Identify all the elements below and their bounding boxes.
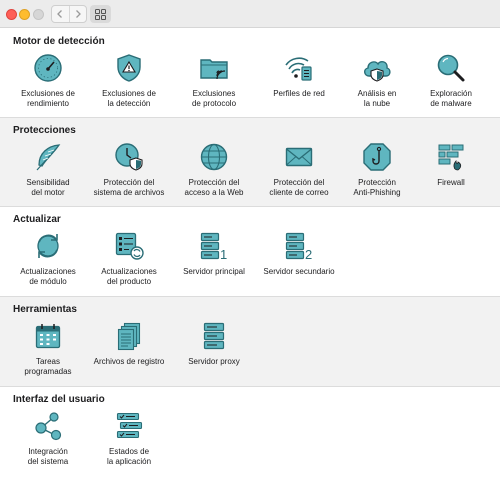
item-label: Protección del sistema de archivos [93,178,165,197]
server-number-badge: 1 [220,247,227,262]
item-label: Archivos de registro [93,357,165,366]
item-label: Servidor secundario [263,267,335,276]
calendar-icon [32,320,64,352]
item-label: Exclusiones de rendimiento [21,89,75,108]
refresh-icon [32,230,64,262]
item-label: Perfiles de red [273,89,325,98]
product-update-icon [113,230,145,262]
gauge-icon [32,52,64,84]
section-title: Protecciones [13,125,76,136]
item-secondary-server[interactable]: 2 Servidor secundario [256,230,342,277]
warning-shield-icon [113,52,145,84]
item-label: Protección del acceso a la Web [184,178,244,197]
navigation-buttons [51,5,87,23]
item-label: Tareas programadas [24,357,72,376]
cloud-shield-icon [361,52,393,84]
item-label: Protección del cliente de correo [269,178,329,197]
item-performance-exclusions[interactable]: Exclusiones de rendimiento [5,52,91,109]
item-detection-exclusions[interactable]: Exclusiones de la detección [86,52,172,109]
forward-button[interactable] [68,6,87,22]
app-states-icon [113,410,145,442]
firewall-icon [435,141,467,173]
item-proxy-server[interactable]: Servidor proxy [171,320,257,367]
close-window-button[interactable] [6,9,17,20]
item-label: Integración del sistema [27,447,69,466]
item-label: Exclusiones de la detección [102,89,156,108]
hook-icon [361,141,393,173]
show-all-button[interactable] [90,5,111,23]
item-label: Estados de la aplicación [106,447,152,466]
item-scheduled-tasks[interactable]: Tareas programadas [5,320,91,377]
item-label: Actualizaciones del producto [101,267,157,286]
item-file-system-protection[interactable]: Protección del sistema de archivos [86,141,172,198]
server-primary-icon: 1 [198,230,230,262]
chevron-left-icon [56,9,64,19]
proxy-server-icon [198,320,230,352]
section-title: Motor de detección [13,36,105,47]
feather-icon [32,141,64,173]
item-label: Protección Anti-Phishing [353,178,401,197]
item-primary-server[interactable]: 1 Servidor principal [171,230,257,277]
section-title: Interfaz del usuario [13,394,105,405]
server-secondary-icon: 2 [283,230,315,262]
folder-signal-icon [198,52,230,84]
item-label: Servidor proxy [188,357,240,366]
network-nodes-icon [32,410,64,442]
log-files-icon [113,320,145,352]
item-engine-sensitivity[interactable]: Sensibilidad del motor [5,141,91,198]
section-title: Herramientas [13,304,77,315]
item-log-files[interactable]: Archivos de registro [86,320,172,367]
title-bar [0,0,500,28]
section-tools: Herramientas Tareas programadas Archivos… [0,297,500,386]
item-firewall[interactable]: Firewall [408,141,494,188]
item-system-integration[interactable]: Integración del sistema [5,410,91,467]
item-label: Actualizaciones de módulo [20,267,76,286]
magnifier-icon [435,52,467,84]
globe-icon [198,141,230,173]
back-button[interactable] [52,6,69,22]
item-label: Servidor principal [183,267,245,276]
item-module-updates[interactable]: Actualizaciones de módulo [5,230,91,287]
section-update: Actualizar Actualizaciones de módulo Act… [0,207,500,296]
item-protocol-exclusions[interactable]: Exclusiones de protocolo [171,52,257,109]
item-label: Sensibilidad del motor [26,178,70,197]
item-web-access-protection[interactable]: Protección del acceso a la Web [171,141,257,198]
item-mail-client-protection[interactable]: Protección del cliente de correo [256,141,342,198]
wifi-network-icon [283,52,315,84]
grid-view-icon [95,8,106,20]
item-label: Análisis en la nube [357,89,397,108]
preferences-window: Motor de detección Exclusiones de rendim… [0,0,500,479]
item-label: Exploración de malware [430,89,472,108]
chevron-right-icon [74,9,82,19]
section-protections: Protecciones Sensibilidad del motor Prot… [0,118,500,206]
section-detection-engine: Motor de detección Exclusiones de rendim… [0,29,500,117]
zoom-window-button[interactable] [33,9,44,20]
item-label: Firewall [437,178,465,187]
item-product-updates[interactable]: Actualizaciones del producto [86,230,172,287]
item-label: Exclusiones de protocolo [191,89,237,108]
clock-shield-icon [113,141,145,173]
item-malware-scan[interactable]: Exploración de malware [408,52,494,109]
section-user-interface: Interfaz del usuario Integración del sis… [0,387,500,479]
minimize-window-button[interactable] [19,9,30,20]
item-network-profiles[interactable]: Perfiles de red [256,52,342,99]
envelope-icon [283,141,315,173]
server-number-badge: 2 [305,247,312,262]
item-application-states[interactable]: Estados de la aplicación [86,410,172,467]
section-title: Actualizar [13,214,61,225]
